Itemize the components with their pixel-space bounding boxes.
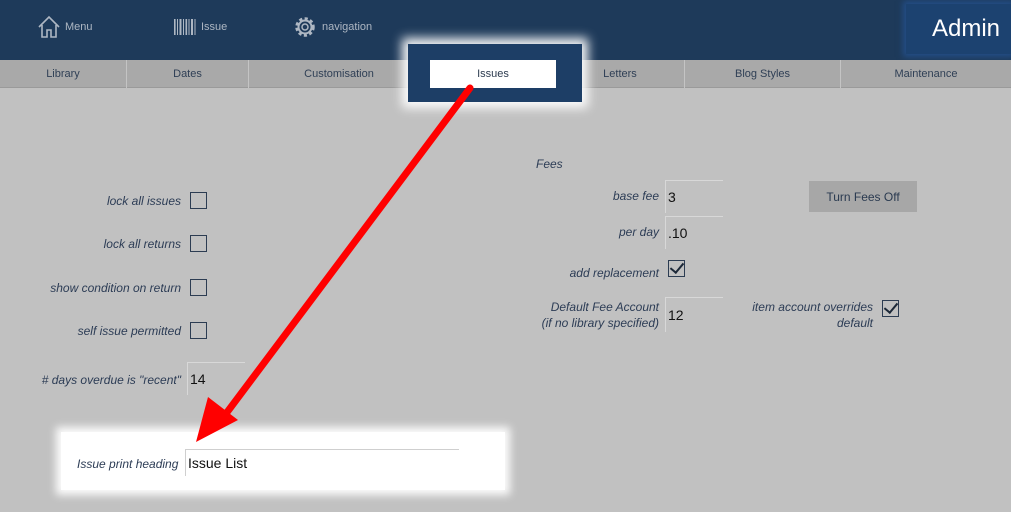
days-overdue-label: # days overdue is "recent" (41, 373, 181, 387)
settings-tab-bar: Library Dates Customisation Issues Lette… (0, 60, 1011, 88)
tab-letters-label: Letters (603, 68, 637, 80)
self-issue-permitted-checkbox[interactable] (190, 322, 207, 339)
default-fee-account-input[interactable]: 12 (665, 297, 723, 332)
item-account-overrides-label: item account overrides default (730, 299, 873, 331)
admin-label: Admin (931, 15, 1000, 42)
turn-fees-off-button[interactable]: Turn Fees Off (809, 181, 917, 212)
show-condition-on-return-checkbox[interactable] (190, 279, 207, 296)
lock-all-returns-label: lock all returns (103, 237, 181, 251)
per-day-input[interactable]: .10 (665, 216, 723, 249)
menu-button[interactable]: Menu (37, 12, 93, 42)
item-account-overrides-label-line2: default (836, 316, 873, 330)
default-fee-account-label-line2: (if no library specified) (541, 316, 659, 330)
issue-print-heading-input[interactable]: Issue List (185, 449, 459, 476)
tab-library[interactable]: Library (0, 60, 127, 88)
tab-issues-label: Issues (477, 68, 509, 80)
add-replacement-label: add replacement (569, 266, 659, 280)
tab-blog-styles[interactable]: Blog Styles (685, 60, 841, 88)
days-overdue-input[interactable]: 14 (187, 362, 245, 395)
tab-customisation-label: Customisation (304, 68, 374, 80)
item-account-overrides-label-line1: item account overrides (752, 300, 873, 314)
tab-maintenance-label: Maintenance (894, 68, 958, 80)
issue-print-heading-highlight: Issue print heading Issue List (61, 432, 505, 490)
per-day-label: per day (618, 225, 659, 239)
tab-library-label: Library (46, 68, 80, 80)
lock-all-issues-label: lock all issues (106, 194, 181, 208)
issue-button[interactable]: Issue (173, 12, 227, 42)
menu-label: Menu (65, 21, 93, 33)
tab-dates[interactable]: Dates (127, 60, 249, 88)
base-fee-label: base fee (612, 189, 659, 203)
issue-print-heading-label: Issue print heading (77, 457, 179, 471)
navigation-label: navigation (322, 21, 373, 33)
fees-heading: Fees (536, 157, 563, 171)
tab-customisation[interactable]: Customisation (249, 60, 430, 88)
barcode-icon (173, 17, 197, 37)
default-fee-account-label-line1: Default Fee Account (550, 300, 659, 314)
lock-all-issues-checkbox[interactable] (190, 192, 207, 209)
default-fee-account-label: Default Fee Account (if no library speci… (520, 299, 659, 331)
tab-maintenance[interactable]: Maintenance (841, 60, 1011, 88)
issue-label: Issue (201, 21, 228, 33)
navigation-button[interactable]: navigation (292, 12, 372, 42)
tab-blog-styles-label: Blog Styles (734, 68, 791, 80)
gear-icon (292, 14, 318, 40)
show-condition-on-return-label: show condition on return (50, 281, 181, 295)
annotation-arrow-shaft (218, 84, 474, 423)
tab-dates-label: Dates (173, 68, 202, 80)
tab-issues[interactable]: Issues (430, 60, 556, 88)
add-replacement-checkbox[interactable] (668, 260, 685, 277)
self-issue-permitted-label: self issue permitted (77, 324, 181, 338)
item-account-overrides-checkbox[interactable] (882, 300, 899, 317)
admin-button[interactable]: Admin (906, 4, 1011, 54)
home-icon (37, 15, 61, 39)
lock-all-returns-checkbox[interactable] (190, 235, 207, 252)
base-fee-input[interactable]: 3 (665, 180, 723, 213)
